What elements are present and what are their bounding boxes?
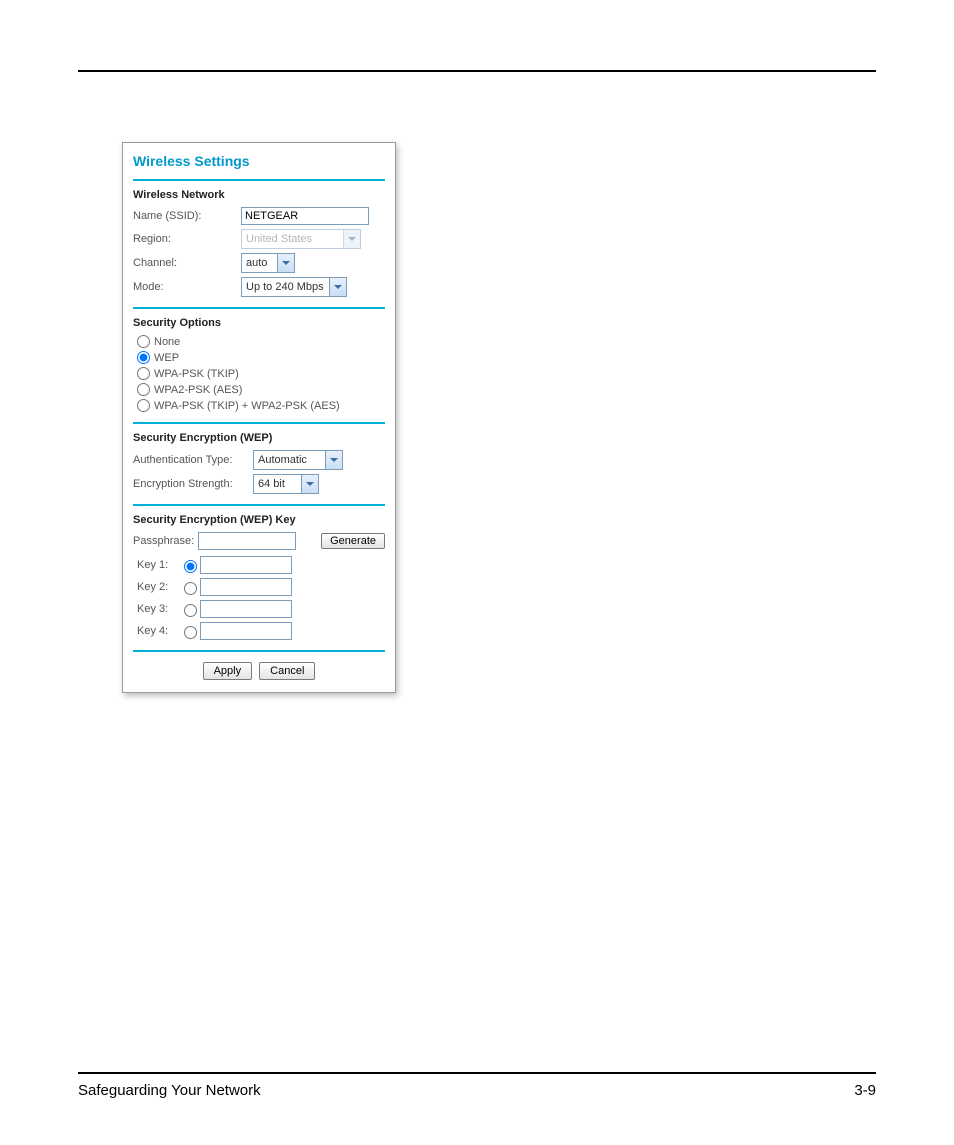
footer-page-number: 3-9 <box>854 1082 876 1099</box>
divider <box>133 504 385 506</box>
key4-label: Key 4: <box>137 625 179 637</box>
passphrase-input[interactable] <box>198 532 296 550</box>
radio-wpa2-psk[interactable] <box>137 383 150 396</box>
encryption-strength-label: Encryption Strength: <box>133 478 253 490</box>
key1-row: Key 1: <box>137 556 385 574</box>
channel-label: Channel: <box>133 257 241 269</box>
radio-wpa-psk[interactable] <box>137 367 150 380</box>
auth-type-label: Authentication Type: <box>133 454 253 466</box>
auth-type-value: Automatic <box>258 454 307 466</box>
security-option-none[interactable]: None <box>133 335 385 348</box>
radio-wpa2-psk-label: WPA2-PSK (AES) <box>154 384 242 396</box>
chevron-down-icon[interactable] <box>277 254 294 272</box>
ssid-row: Name (SSID): <box>133 207 385 225</box>
wireless-settings-panel: Wireless Settings Wireless Network Name … <box>122 142 396 693</box>
radio-wpa-mixed[interactable] <box>137 399 150 412</box>
radio-wep-label: WEP <box>154 352 179 364</box>
key4-input[interactable] <box>200 622 292 640</box>
key3-row: Key 3: <box>137 600 385 618</box>
generate-button[interactable]: Generate <box>321 533 385 549</box>
wep-heading: Security Encryption (WEP) <box>133 432 385 444</box>
ssid-label: Name (SSID): <box>133 210 241 222</box>
channel-value: auto <box>246 257 267 269</box>
wireless-network-heading: Wireless Network <box>133 189 385 201</box>
divider <box>133 179 385 181</box>
divider <box>133 650 385 652</box>
cancel-button[interactable]: Cancel <box>259 662 315 680</box>
key3-label: Key 3: <box>137 603 179 615</box>
security-option-wpa2-psk[interactable]: WPA2-PSK (AES) <box>133 383 385 396</box>
footer-section-title: Safeguarding Your Network <box>78 1082 261 1099</box>
key4-radio[interactable] <box>184 626 197 639</box>
mode-label: Mode: <box>133 281 241 293</box>
button-row: Apply Cancel <box>133 662 385 680</box>
chevron-down-icon[interactable] <box>329 278 346 296</box>
radio-none[interactable] <box>137 335 150 348</box>
mode-row: Mode: Up to 240 Mbps <box>133 277 385 297</box>
radio-wep[interactable] <box>137 351 150 364</box>
radio-wpa-psk-label: WPA-PSK (TKIP) <box>154 368 239 380</box>
chevron-down-icon <box>343 230 360 248</box>
security-option-wep[interactable]: WEP <box>133 351 385 364</box>
encryption-strength-value: 64 bit <box>258 478 285 490</box>
divider <box>133 307 385 309</box>
region-select: United States <box>241 229 361 249</box>
footer-rule <box>78 1072 876 1074</box>
key2-input[interactable] <box>200 578 292 596</box>
panel-title: Wireless Settings <box>133 153 385 169</box>
passphrase-row: Passphrase: Generate <box>133 532 385 550</box>
auth-type-row: Authentication Type: Automatic <box>133 450 385 470</box>
ssid-input[interactable] <box>241 207 369 225</box>
key2-radio[interactable] <box>184 582 197 595</box>
key1-radio[interactable] <box>184 560 197 573</box>
passphrase-label: Passphrase: <box>133 535 194 547</box>
encryption-strength-select[interactable]: 64 bit <box>253 474 319 494</box>
key2-row: Key 2: <box>137 578 385 596</box>
apply-button[interactable]: Apply <box>203 662 253 680</box>
region-value: United States <box>246 233 312 245</box>
mode-value: Up to 240 Mbps <box>246 281 324 293</box>
auth-type-select[interactable]: Automatic <box>253 450 343 470</box>
key1-label: Key 1: <box>137 559 179 571</box>
key1-input[interactable] <box>200 556 292 574</box>
channel-row: Channel: auto <box>133 253 385 273</box>
security-options-heading: Security Options <box>133 317 385 329</box>
mode-select[interactable]: Up to 240 Mbps <box>241 277 347 297</box>
security-option-wpa-mixed[interactable]: WPA-PSK (TKIP) + WPA2-PSK (AES) <box>133 399 385 412</box>
chevron-down-icon[interactable] <box>325 451 342 469</box>
channel-select[interactable]: auto <box>241 253 295 273</box>
region-row: Region: United States <box>133 229 385 249</box>
region-label: Region: <box>133 233 241 245</box>
radio-none-label: None <box>154 336 180 348</box>
key2-label: Key 2: <box>137 581 179 593</box>
chevron-down-icon[interactable] <box>301 475 318 493</box>
key4-row: Key 4: <box>137 622 385 640</box>
radio-wpa-mixed-label: WPA-PSK (TKIP) + WPA2-PSK (AES) <box>154 400 340 412</box>
security-option-wpa-psk[interactable]: WPA-PSK (TKIP) <box>133 367 385 380</box>
divider <box>133 422 385 424</box>
page-footer: Safeguarding Your Network 3-9 <box>78 1072 876 1099</box>
key3-input[interactable] <box>200 600 292 618</box>
wep-key-heading: Security Encryption (WEP) Key <box>133 514 385 526</box>
encryption-strength-row: Encryption Strength: 64 bit <box>133 474 385 494</box>
top-rule <box>78 70 876 72</box>
key3-radio[interactable] <box>184 604 197 617</box>
